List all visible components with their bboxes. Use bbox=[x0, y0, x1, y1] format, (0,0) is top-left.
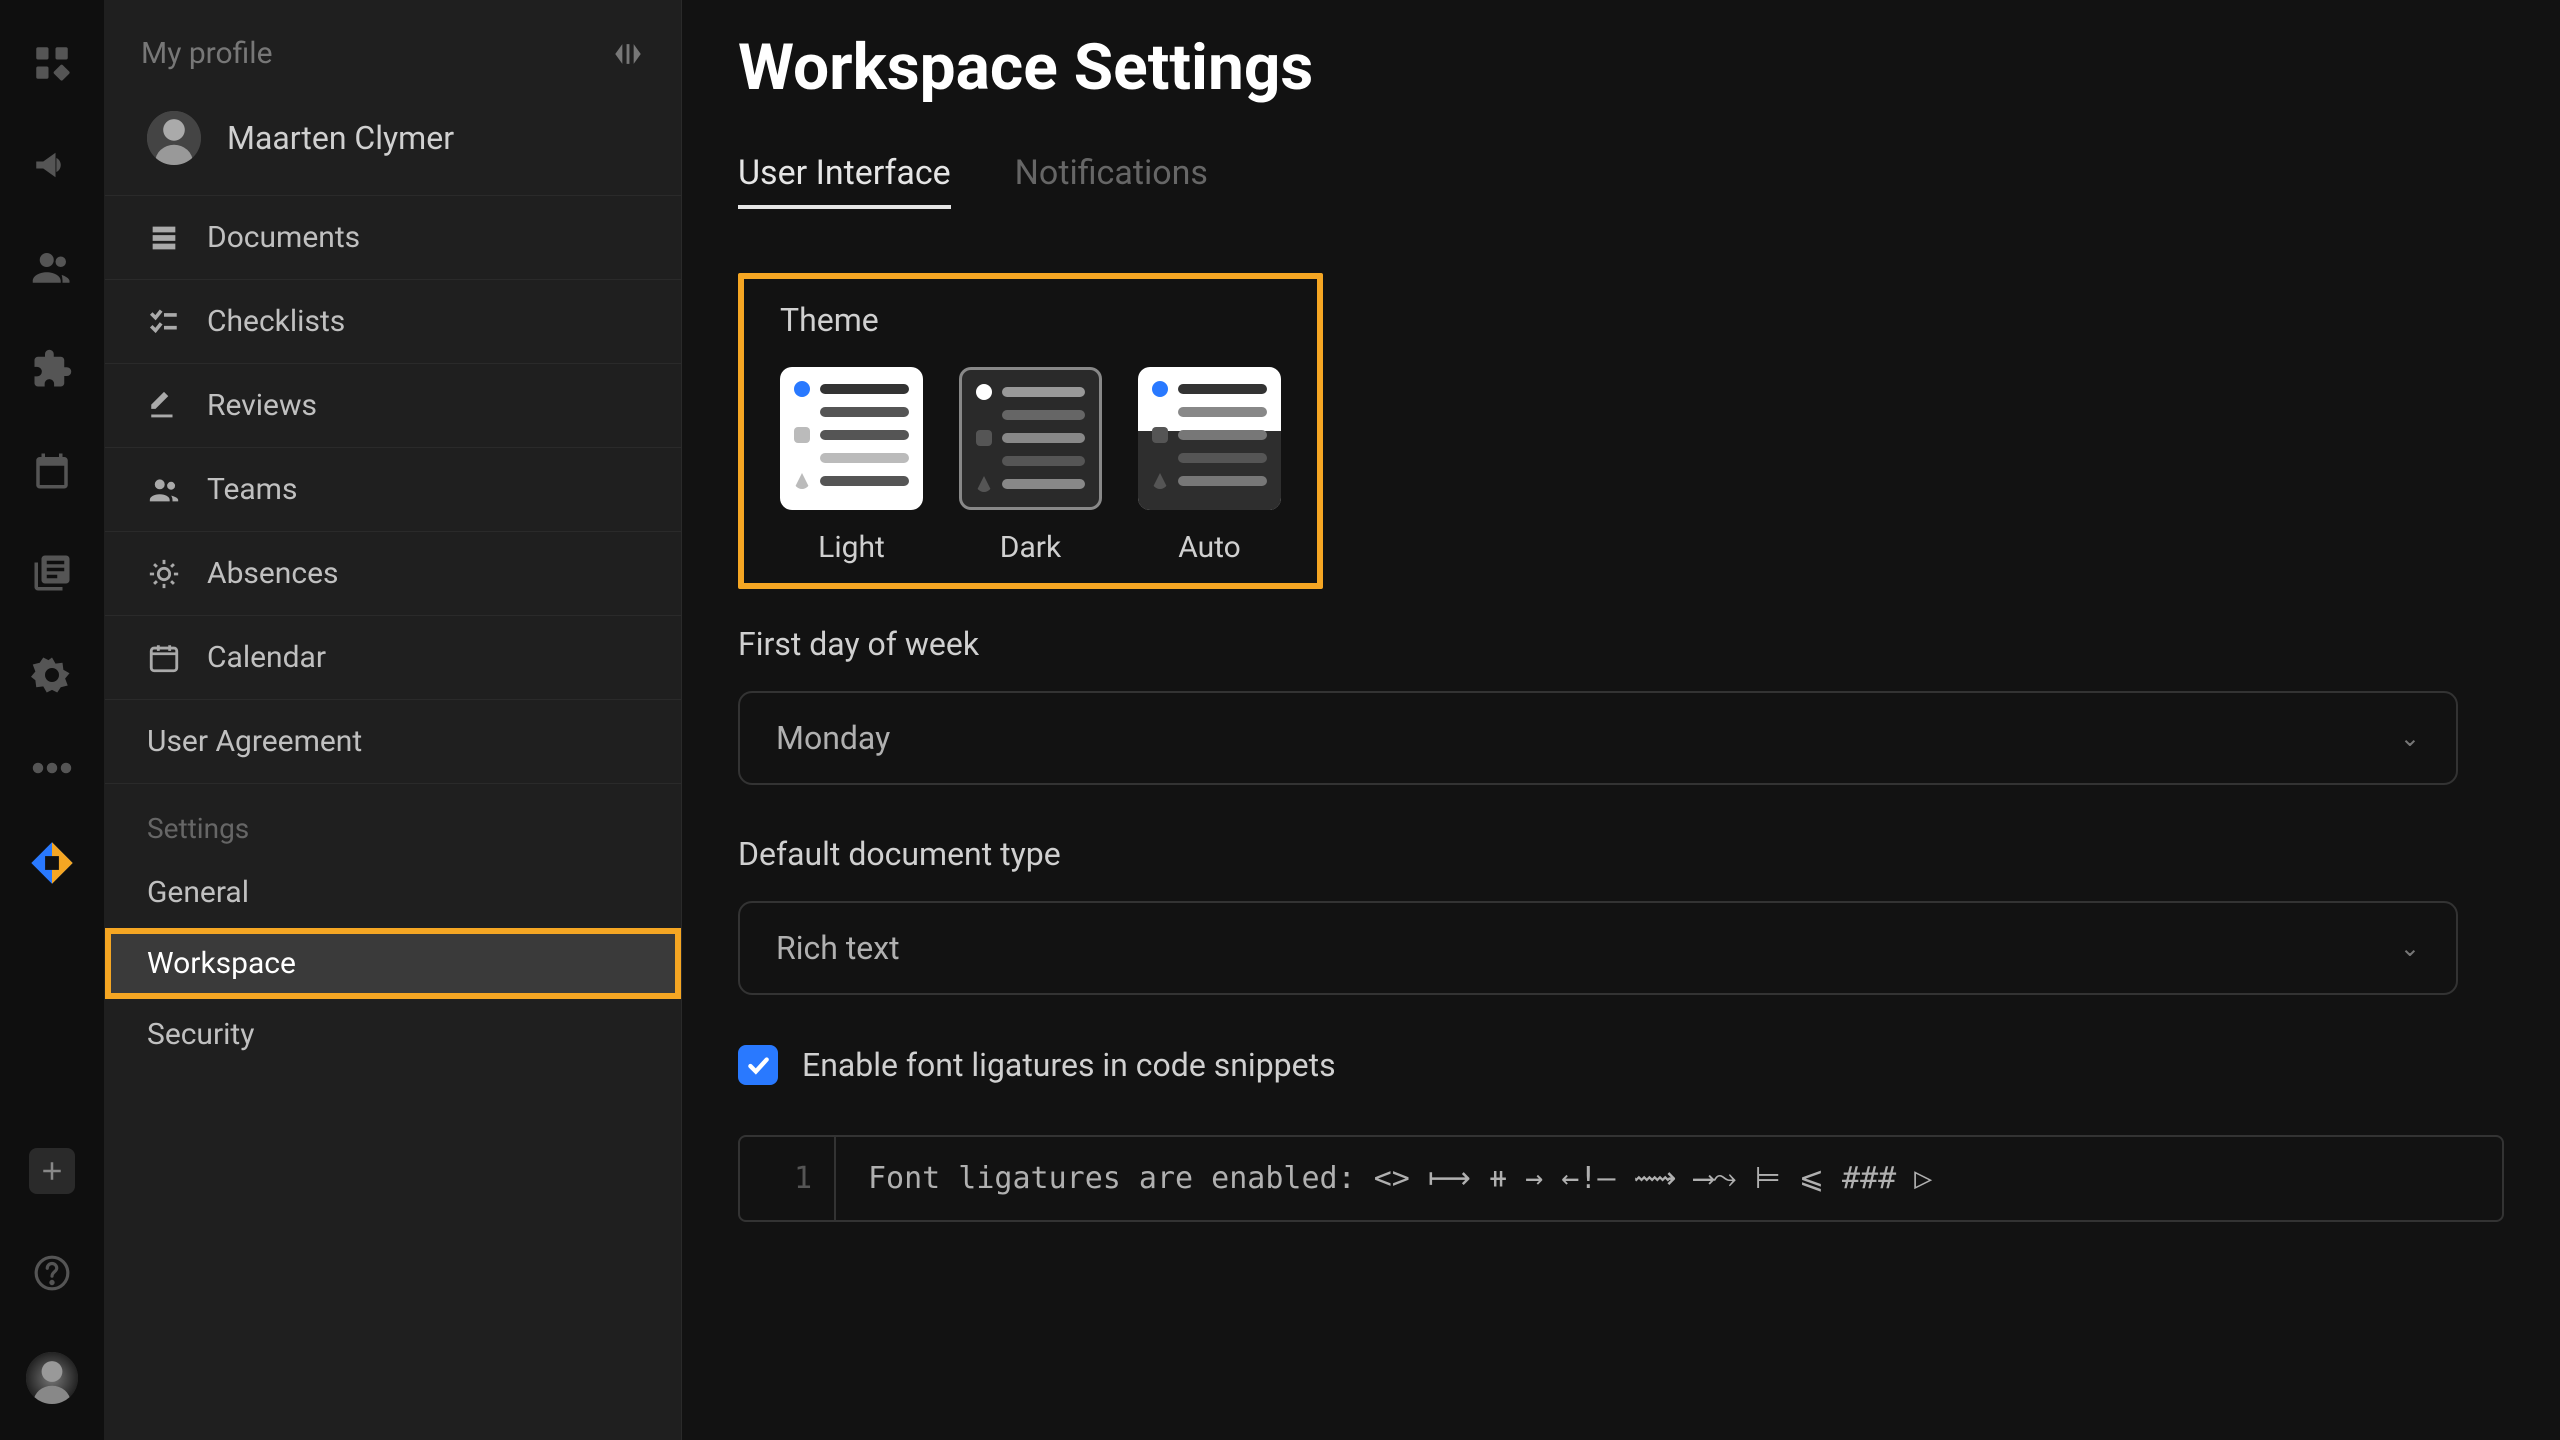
user-avatar-icon[interactable] bbox=[26, 1352, 78, 1404]
sidebar-item-teams[interactable]: Teams bbox=[105, 448, 681, 532]
sidebar-item-label: Calendar bbox=[207, 640, 326, 675]
sidebar-item-label: Reviews bbox=[207, 388, 317, 423]
ligatures-checkbox-row[interactable]: Enable font ligatures in code snippets bbox=[738, 1045, 2504, 1085]
sidebar-item-reviews[interactable]: Reviews bbox=[105, 364, 681, 448]
code-preview: 1 Font ligatures are enabled: <> ⟼ ⧺ → ←… bbox=[738, 1135, 2504, 1222]
chevron-down-icon: ⌄ bbox=[2400, 934, 2420, 962]
theme-label: Theme bbox=[780, 301, 1281, 339]
reviews-icon bbox=[147, 389, 181, 423]
sidebar-title: My profile bbox=[141, 36, 272, 71]
sidebar-item-general[interactable]: General bbox=[105, 857, 681, 928]
theme-option-label: Light bbox=[818, 530, 885, 565]
sidebar-item-documents[interactable]: Documents bbox=[105, 196, 681, 280]
theme-preview-auto-icon bbox=[1138, 367, 1281, 510]
profile-row[interactable]: Maarten Clymer bbox=[105, 97, 681, 196]
library-icon[interactable] bbox=[31, 552, 73, 594]
sidebar-item-calendar[interactable]: Calendar bbox=[105, 616, 681, 700]
calendar-icon bbox=[147, 641, 181, 675]
sidebar-item-absences[interactable]: Absences bbox=[105, 532, 681, 616]
chevron-down-icon: ⌄ bbox=[2400, 724, 2420, 752]
tabs: User Interface Notifications bbox=[738, 153, 2504, 209]
teams-icon bbox=[147, 473, 181, 507]
theme-preview-light-icon bbox=[780, 367, 923, 510]
dashboard-icon[interactable] bbox=[31, 42, 73, 84]
code-content: Font ligatures are enabled: <> ⟼ ⧺ → ←!—… bbox=[836, 1137, 1964, 1220]
sidebar-item-label: Teams bbox=[207, 472, 297, 507]
ligatures-label: Enable font ligatures in code snippets bbox=[802, 1046, 1336, 1084]
profile-name: Maarten Clymer bbox=[227, 119, 454, 157]
app-logo-icon[interactable] bbox=[29, 840, 75, 886]
first-day-value: Monday bbox=[776, 719, 890, 757]
sidebar-item-user-agreement[interactable]: User Agreement bbox=[105, 700, 681, 784]
sidebar-item-security[interactable]: Security bbox=[105, 999, 681, 1070]
theme-preview-dark-icon bbox=[959, 367, 1102, 510]
code-line-number: 1 bbox=[740, 1137, 836, 1220]
tab-user-interface[interactable]: User Interface bbox=[738, 153, 951, 209]
absences-icon bbox=[147, 557, 181, 591]
profile-avatar-icon bbox=[147, 111, 201, 165]
calendar-alt-icon[interactable] bbox=[31, 450, 73, 492]
theme-option-label: Dark bbox=[1000, 530, 1061, 565]
page-title: Workspace Settings bbox=[738, 30, 2504, 105]
sidebar: My profile Maarten Clymer Documents Chec… bbox=[105, 0, 682, 1440]
documents-icon bbox=[147, 221, 181, 255]
theme-option-light[interactable]: Light bbox=[780, 367, 923, 565]
first-day-label: First day of week bbox=[738, 625, 2504, 663]
sidebar-item-label: Documents bbox=[207, 220, 360, 255]
sidebar-item-label: Checklists bbox=[207, 304, 345, 339]
theme-option-auto[interactable]: Auto bbox=[1138, 367, 1281, 565]
main-panel: Workspace Settings User Interface Notifi… bbox=[682, 0, 2560, 1440]
theme-option-label: Auto bbox=[1178, 530, 1241, 565]
megaphone-icon[interactable] bbox=[31, 144, 73, 186]
doc-type-label: Default document type bbox=[738, 835, 2504, 873]
tab-notifications[interactable]: Notifications bbox=[1015, 153, 1208, 209]
sidebar-item-workspace[interactable]: Workspace bbox=[105, 928, 681, 999]
sidebar-section-settings: Settings bbox=[105, 784, 681, 857]
sidebar-item-checklists[interactable]: Checklists bbox=[105, 280, 681, 364]
doc-type-select[interactable]: Rich text ⌄ bbox=[738, 901, 2458, 995]
add-button[interactable] bbox=[29, 1148, 75, 1194]
collapse-sidebar-icon[interactable] bbox=[611, 37, 645, 71]
sidebar-item-label: Absences bbox=[207, 556, 338, 591]
people-icon[interactable] bbox=[31, 246, 73, 288]
app-rail bbox=[0, 0, 105, 1440]
more-icon[interactable] bbox=[31, 756, 73, 780]
theme-section: Theme Light bbox=[738, 273, 1323, 589]
first-day-select[interactable]: Monday ⌄ bbox=[738, 691, 2458, 785]
help-icon[interactable] bbox=[33, 1254, 71, 1292]
doc-type-value: Rich text bbox=[776, 929, 900, 967]
settings-gear-icon[interactable] bbox=[31, 654, 73, 696]
checklists-icon bbox=[147, 305, 181, 339]
extension-icon[interactable] bbox=[31, 348, 73, 390]
ligatures-checkbox[interactable] bbox=[738, 1045, 778, 1085]
theme-option-dark[interactable]: Dark bbox=[959, 367, 1102, 565]
